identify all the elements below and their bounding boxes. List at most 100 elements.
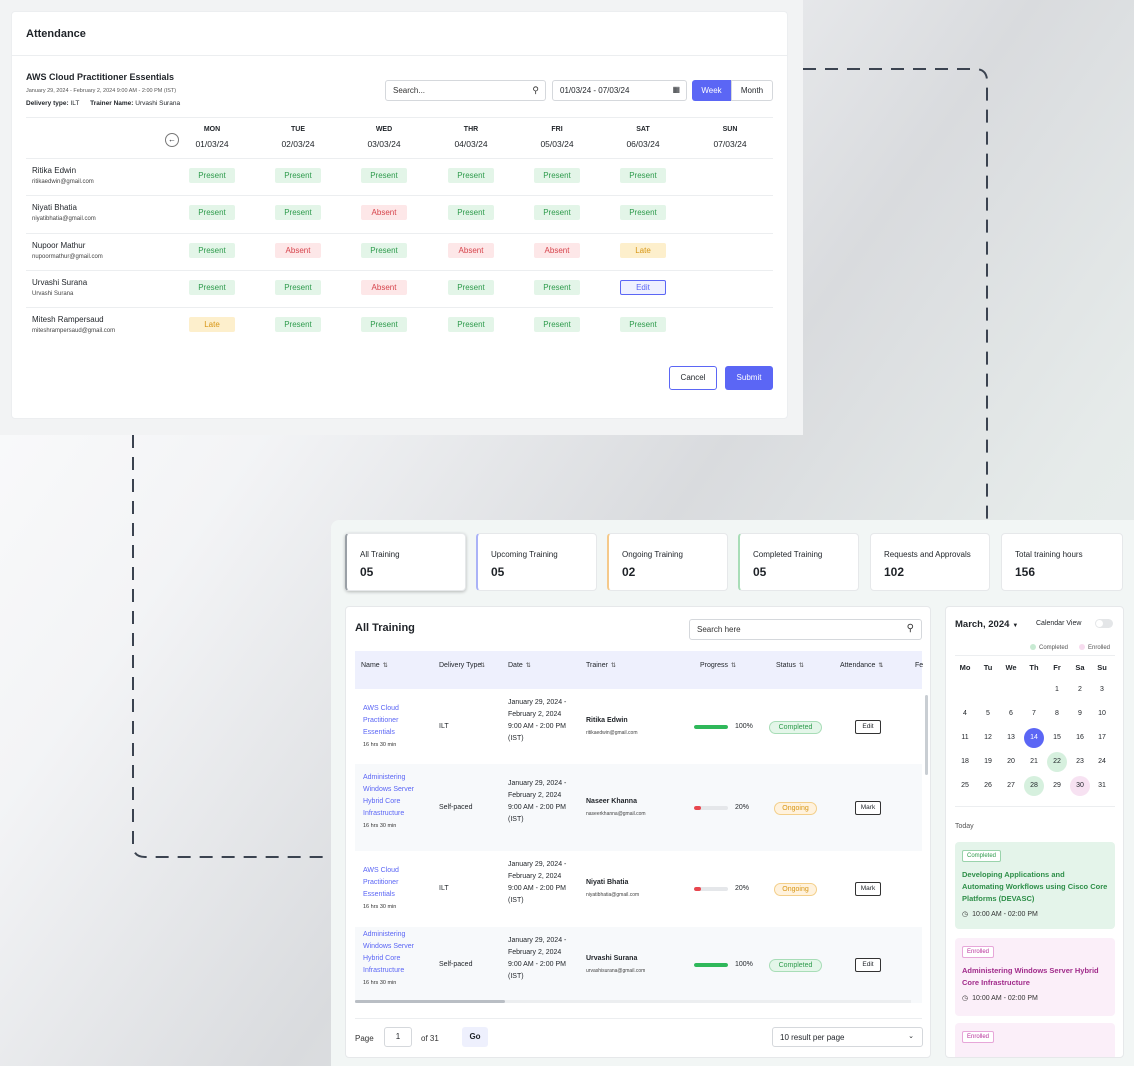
attendance-status-present[interactable]: Present [189,168,235,183]
stat-card[interactable]: Requests and Approvals 102 [870,533,990,591]
training-name-link[interactable]: Administering Windows Server Hybrid Core… [363,929,421,977]
calendar-day[interactable]: 22 [1047,752,1067,772]
training-name-link[interactable]: Administering Windows Server Hybrid Core… [363,772,421,820]
column-header-attendance[interactable]: Attendance ⇅ [840,660,883,672]
calendar-view-toggle[interactable] [1095,619,1113,628]
calendar-day[interactable]: 7 [1024,704,1044,724]
sort-icon[interactable]: ⇅ [611,663,616,669]
calendar-day[interactable]: 14 [1024,728,1044,748]
attendance-status-absent[interactable]: Absent [534,243,580,258]
calendar-day[interactable]: 16 [1070,728,1090,748]
mark-attendance-button[interactable]: Mark [855,800,881,815]
month-selector[interactable]: March, 2024 ▼ [955,619,1018,630]
event-card[interactable]: Enrolled [955,1023,1115,1057]
sort-icon[interactable]: ⇅ [878,663,883,669]
attendance-status-present[interactable]: Present [534,168,580,183]
calendar-day[interactable]: 28 [1024,776,1044,796]
stat-card[interactable]: All Training 05 [345,533,466,591]
mark-attendance-button[interactable]: Mark [855,882,881,896]
calendar-day[interactable]: 4 [955,704,975,724]
stat-card[interactable]: Ongoing Training 02 [607,533,728,591]
sort-icon[interactable]: ⇅ [799,663,804,669]
calendar-day[interactable]: 12 [978,728,998,748]
cancel-button[interactable]: Cancel [669,366,717,390]
sort-icon[interactable]: ⇅ [480,660,485,672]
month-toggle-button[interactable]: Month [731,80,773,101]
week-toggle-button[interactable]: Week [692,80,731,101]
date-range-picker[interactable]: 01/03/24 - 07/03/24 ▦ [552,80,687,101]
training-name-link[interactable]: AWS Cloud Practitioner Essentials [363,865,421,901]
calendar-day[interactable]: 17 [1092,728,1112,748]
attendance-status-present[interactable]: Present [275,280,321,295]
calendar-day[interactable]: 5 [978,704,998,724]
calendar-day[interactable]: 6 [1001,704,1021,724]
attendance-status-present[interactable]: Present [361,168,407,183]
calendar-day[interactable]: 9 [1070,704,1090,724]
calendar-day[interactable]: 31 [1092,776,1112,796]
column-header-name[interactable]: Name ⇅ [361,660,388,672]
column-header-progress[interactable]: Progress ⇅ [700,660,736,672]
attendance-status-present[interactable]: Present [189,205,235,220]
stat-card[interactable]: Upcoming Training 05 [476,533,597,591]
calendar-day[interactable]: 11 [955,728,975,748]
calendar-day[interactable]: 2 [1070,680,1090,700]
calendar-day[interactable]: 15 [1047,728,1067,748]
stat-card[interactable]: Completed Training 05 [738,533,859,591]
attendance-status-absent[interactable]: Absent [361,280,407,295]
column-header-fe[interactable]: Fe [915,660,923,672]
attendance-status-late[interactable]: Late [189,317,235,332]
attendance-status-present[interactable]: Present [275,317,321,332]
attendance-status-absent[interactable]: Absent [361,205,407,220]
calendar-day[interactable]: 8 [1047,704,1067,724]
attendance-status-present[interactable]: Present [534,317,580,332]
event-card[interactable]: Completed Developing Applications and Aut… [955,842,1115,929]
sort-icon[interactable]: ⇅ [526,663,531,669]
attendance-status-present[interactable]: Present [448,317,494,332]
vertical-scrollbar[interactable] [925,695,928,775]
calendar-day[interactable]: 25 [955,776,975,796]
column-header-trainer[interactable]: Trainer ⇅ [586,660,616,672]
column-header-delivery-type[interactable]: Delivery Type ⇅ [439,660,489,672]
calendar-day[interactable]: 20 [1001,752,1021,772]
submit-button[interactable]: Submit [725,366,773,390]
scrollbar-thumb[interactable] [355,1000,505,1003]
attendance-status-present[interactable]: Present [620,205,666,220]
calendar-day[interactable]: 24 [1092,752,1112,772]
attendance-status-late[interactable]: Late [620,243,666,258]
attendance-status-present[interactable]: Present [620,317,666,332]
attendance-status-present[interactable]: Present [275,168,321,183]
edit-attendance-button[interactable]: Edit [620,280,666,295]
results-per-page-select[interactable]: 10 result per page ⌄ [772,1027,923,1047]
page-number-input[interactable]: 1 [384,1027,412,1047]
column-header-date[interactable]: Date ⇅ [508,660,531,672]
calendar-day[interactable]: 10 [1092,704,1112,724]
calendar-day[interactable]: 13 [1001,728,1021,748]
attendance-status-present[interactable]: Present [189,243,235,258]
calendar-day[interactable]: 23 [1070,752,1090,772]
column-header-status[interactable]: Status ⇅ [776,660,804,672]
calendar-day[interactable]: 18 [955,752,975,772]
attendance-status-present[interactable]: Present [361,317,407,332]
horizontal-scrollbar[interactable] [355,1000,911,1003]
calendar-day[interactable]: 26 [978,776,998,796]
calendar-day[interactable]: 3 [1092,680,1112,700]
attendance-search-input[interactable]: Search... ⚲ [385,80,546,101]
attendance-status-present[interactable]: Present [534,280,580,295]
edit-attendance-button[interactable]: Edit [855,958,881,972]
calendar-day[interactable]: 1 [1047,680,1067,700]
calendar-day[interactable]: 29 [1047,776,1067,796]
attendance-status-absent[interactable]: Absent [448,243,494,258]
attendance-status-present[interactable]: Present [275,205,321,220]
attendance-status-present[interactable]: Present [448,205,494,220]
training-search-input[interactable]: Search here ⚲ [689,619,922,640]
sort-icon[interactable]: ⇅ [731,663,736,669]
calendar-day[interactable]: 27 [1001,776,1021,796]
attendance-status-present[interactable]: Present [361,243,407,258]
stat-card[interactable]: Total training hours 156 [1001,533,1123,591]
attendance-status-present[interactable]: Present [534,205,580,220]
event-card[interactable]: Enrolled Administering Windows Server Hyb… [955,938,1115,1016]
sort-icon[interactable]: ⇅ [383,663,388,669]
attendance-status-present[interactable]: Present [448,168,494,183]
attendance-status-present[interactable]: Present [189,280,235,295]
calendar-day[interactable]: 21 [1024,752,1044,772]
